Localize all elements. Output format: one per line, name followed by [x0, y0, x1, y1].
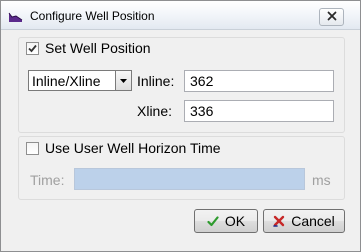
- ok-label: OK: [224, 213, 246, 229]
- close-icon: [327, 8, 337, 26]
- set-well-position-checkbox[interactable]: [26, 41, 39, 55]
- xline-input[interactable]: 336: [184, 100, 334, 122]
- xline-label: Xline:: [137, 103, 173, 119]
- ok-button[interactable]: OK: [194, 209, 258, 233]
- set-well-position-label: Set Well Position: [45, 40, 151, 56]
- time-input[interactable]: [74, 168, 305, 190]
- horizon-time-checkbox[interactable]: [26, 141, 39, 155]
- set-well-position-toggle[interactable]: Set Well Position: [26, 40, 154, 56]
- position-mode-value: Inline/Xline: [32, 73, 101, 89]
- chevron-down-icon: [120, 78, 127, 83]
- horizon-time-label: Use User Well Horizon Time: [45, 140, 221, 156]
- time-unit-label: ms: [312, 172, 331, 188]
- checkmark-icon: [28, 44, 37, 52]
- dropdown-arrow-button[interactable]: [115, 71, 131, 90]
- cancel-label: Cancel: [291, 213, 335, 229]
- configure-well-position-dialog: Configure Well Position Set Well Positio…: [0, 0, 361, 252]
- time-label: Time:: [30, 172, 65, 188]
- horizon-time-toggle[interactable]: Use User Well Horizon Time: [26, 140, 224, 156]
- cancel-button[interactable]: Cancel: [263, 209, 345, 233]
- title-bar[interactable]: Configure Well Position: [1, 1, 360, 30]
- position-mode-select[interactable]: Inline/Xline: [28, 70, 132, 91]
- close-button[interactable]: [319, 8, 344, 26]
- inline-label: Inline:: [137, 73, 175, 89]
- app-icon: [8, 10, 23, 22]
- inline-input[interactable]: 362: [184, 70, 334, 92]
- red-x-icon: [273, 215, 285, 227]
- green-check-icon: [207, 215, 219, 227]
- window-title: Configure Well Position: [30, 9, 155, 23]
